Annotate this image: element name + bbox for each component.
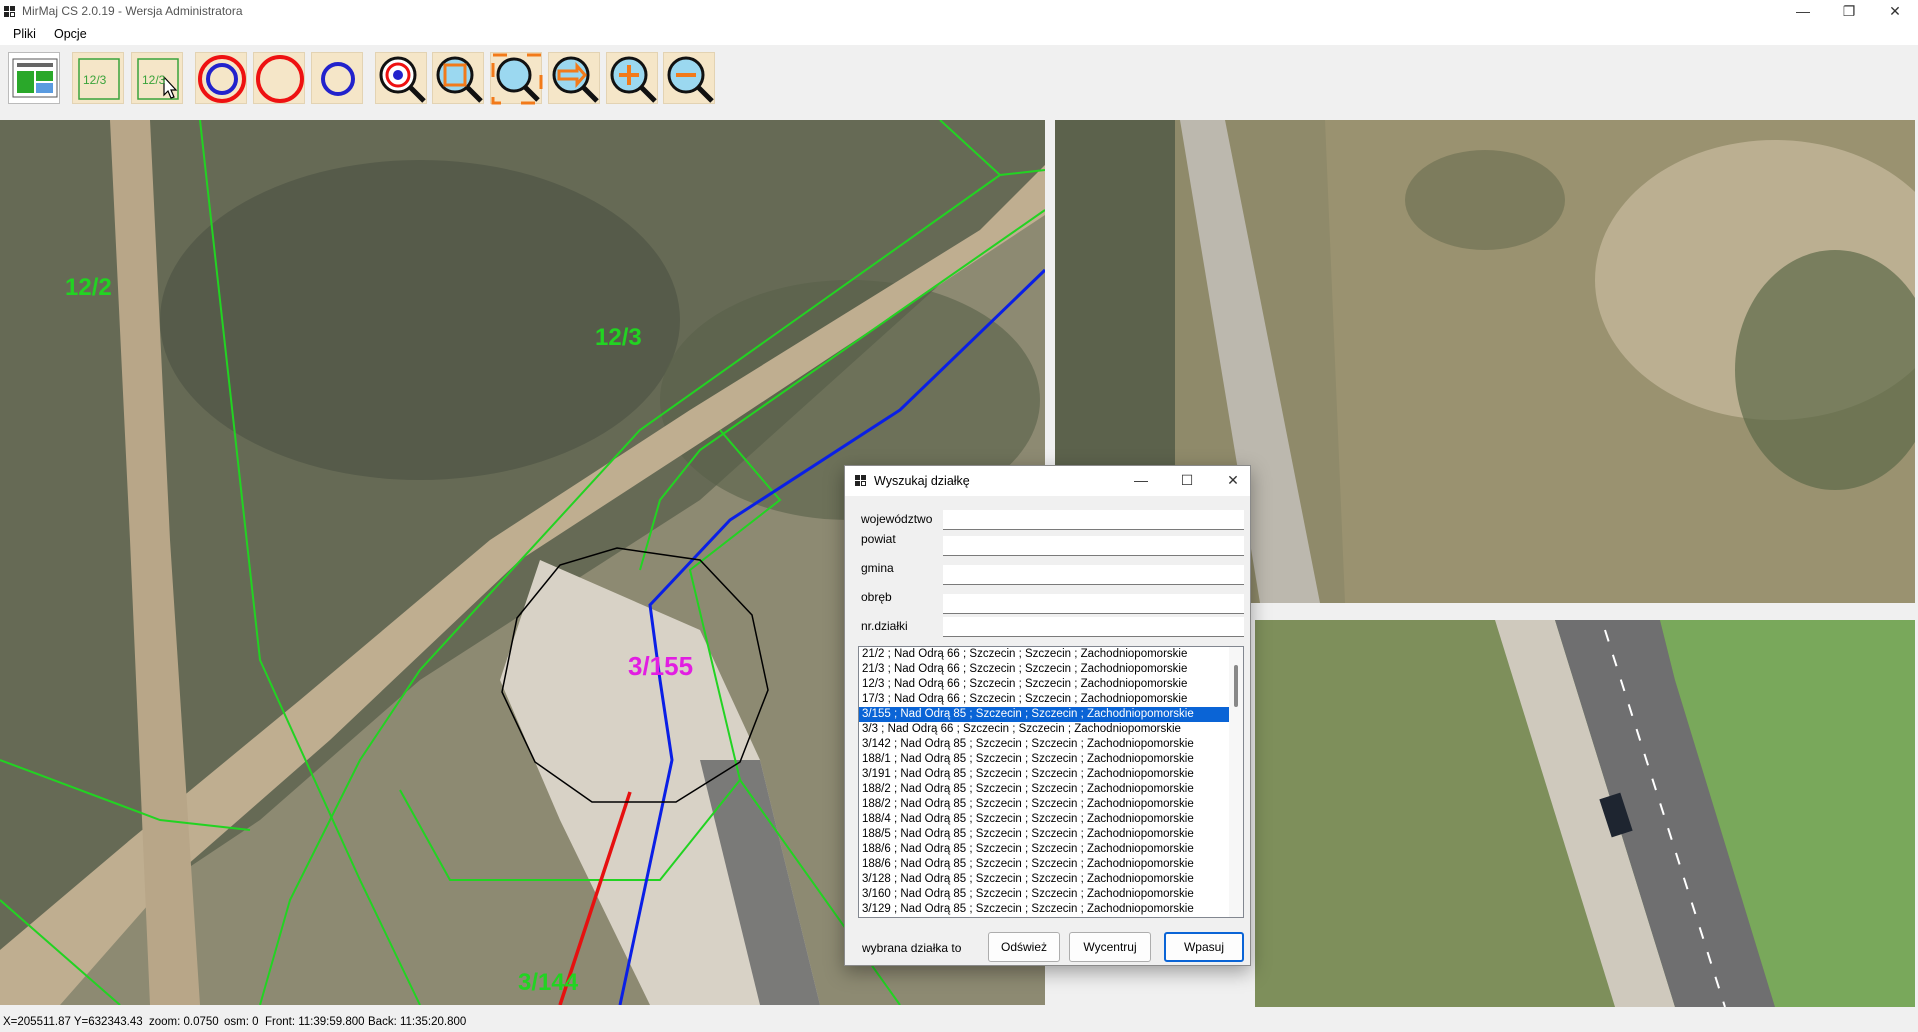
powiat-input[interactable] xyxy=(943,536,1244,556)
dialog-close-button[interactable]: ✕ xyxy=(1210,469,1256,492)
result-item[interactable]: 3/191 ; Nad Odrą 85 ; Szczecin ; Szczeci… xyxy=(859,767,1243,782)
app-icon xyxy=(4,6,15,17)
label-wojewodztwo: województwo xyxy=(861,512,933,526)
zoom-extent-button[interactable] xyxy=(432,52,484,104)
wojewodztwo-input[interactable] xyxy=(943,510,1244,530)
parcel-label-12-2: 12/2 xyxy=(65,274,112,301)
zoom-in-button[interactable] xyxy=(606,52,658,104)
status-bar: X=205511.87 Y=632343.43 zoom: 0.0750 osm… xyxy=(0,1012,1918,1032)
menu-bar: Pliki Opcje xyxy=(0,23,1918,45)
result-item[interactable]: 3/160 ; Nad Odrą 85 ; Szczecin ; Szczeci… xyxy=(859,887,1243,902)
status-back: Back: 11:35:20.800 xyxy=(368,1016,467,1028)
blue-circle-icon xyxy=(321,62,355,96)
dialog-title: Wyszukaj działkę xyxy=(874,474,970,488)
dialog-title-bar: Wyszukaj działkę — ☐ ✕ xyxy=(845,466,1250,496)
close-button[interactable]: ✕ xyxy=(1872,0,1918,23)
result-item[interactable]: 188/4 ; Nad Odrą 85 ; Szczecin ; Szczeci… xyxy=(859,812,1243,827)
parcel-label-3-144: 3/144 xyxy=(518,969,579,996)
parcel-label-text: 12/3 xyxy=(83,73,107,87)
window-title: MirMaj CS 2.0.19 - Wersja Administratora xyxy=(22,4,243,18)
toolbar: 12/3 12/3 xyxy=(0,45,1918,110)
label-nr-dzialki: nr.działki xyxy=(861,619,908,633)
result-item[interactable]: 21/2 ; Nad Odrą 66 ; Szczecin ; Szczecin… xyxy=(859,647,1243,662)
result-item[interactable]: 3/128 ; Nad Odrą 85 ; Szczecin ; Szczeci… xyxy=(859,872,1243,887)
parcel-label-button[interactable]: 12/3 xyxy=(72,52,124,104)
menu-opcje[interactable]: Opcje xyxy=(54,27,87,41)
parcel-label-3-155: 3/155 xyxy=(628,651,693,681)
result-item[interactable]: 3/129 ; Nad Odrą 85 ; Szczecin ; Szczeci… xyxy=(859,902,1243,917)
result-item[interactable]: 188/2 ; Nad Odrą 85 ; Szczecin ; Szczeci… xyxy=(859,797,1243,812)
title-bar: MirMaj CS 2.0.19 - Wersja Administratora… xyxy=(0,0,1918,23)
refresh-button[interactable]: Odśwież xyxy=(988,932,1060,962)
minimize-button[interactable]: — xyxy=(1780,0,1826,23)
result-item[interactable]: 12/3 ; Nad Odrą 66 ; Szczecin ; Szczecin… xyxy=(859,677,1243,692)
zoom-target-icon xyxy=(379,56,426,103)
result-item[interactable]: 3/3 ; Nad Odrą 66 ; Szczecin ; Szczecin … xyxy=(859,722,1243,737)
result-item[interactable]: 3/155 ; Nad Odrą 85 ; Szczecin ; Szczeci… xyxy=(859,707,1243,722)
menu-pliki[interactable]: Pliki xyxy=(13,27,36,41)
result-item[interactable]: 188/5 ; Nad Odrą 85 ; Szczecin ; Szczeci… xyxy=(859,827,1243,842)
result-item[interactable]: 17/3 ; Nad Odrą 66 ; Szczecin ; Szczecin… xyxy=(859,692,1243,707)
status-front: Front: 11:39:59.800 xyxy=(265,1016,365,1028)
fit-button[interactable]: Wpasuj xyxy=(1164,932,1244,962)
zoom-in-icon xyxy=(610,56,657,103)
red-circle-button[interactable] xyxy=(253,52,305,104)
zoom-window-button[interactable] xyxy=(490,52,543,105)
results-list[interactable]: 21/2 ; Nad Odrą 66 ; Szczecin ; Szczecin… xyxy=(858,646,1244,918)
result-item[interactable]: 21/3 ; Nad Odrą 66 ; Szczecin ; Szczecin… xyxy=(859,662,1243,677)
zoom-pan-button[interactable] xyxy=(548,52,600,104)
selected-parcel-label: wybrana działka to xyxy=(862,941,962,955)
status-zoom: zoom: 0.0750 xyxy=(149,1016,219,1028)
gmina-input[interactable] xyxy=(943,565,1244,585)
result-item[interactable]: 188/6 ; Nad Odrą 85 ; Szczecin ; Szczeci… xyxy=(859,857,1243,872)
result-item[interactable]: 188/6 ; Nad Odrą 85 ; Szczecin ; Szczeci… xyxy=(859,842,1243,857)
center-button[interactable]: Wycentruj xyxy=(1069,932,1151,962)
zoom-pan-icon xyxy=(552,56,599,103)
restore-button[interactable]: ❐ xyxy=(1826,0,1872,23)
dialog-minimize-button[interactable]: — xyxy=(1118,469,1164,492)
search-parcel-dialog: Wyszukaj działkę — ☐ ✕ województwo powia… xyxy=(844,465,1251,966)
label-obreb: obręb xyxy=(861,590,892,604)
layers-button[interactable] xyxy=(8,52,60,104)
double-circle-icon xyxy=(198,55,246,103)
status-osm: osm: 0 xyxy=(224,1016,259,1028)
zoom-extent-icon xyxy=(436,56,483,103)
parcel-select-text: 12/3 xyxy=(142,73,166,87)
zoom-window-icon xyxy=(491,53,543,105)
label-gmina: gmina xyxy=(861,561,894,575)
vegetation-dark xyxy=(160,160,680,480)
scrollbar-thumb[interactable] xyxy=(1234,665,1238,707)
result-item[interactable]: 3/142 ; Nad Odrą 85 ; Szczecin ; Szczeci… xyxy=(859,737,1243,752)
result-item[interactable]: 188/2 ; Nad Odrą 85 ; Szczecin ; Szczeci… xyxy=(859,782,1243,797)
results-scrollbar[interactable] xyxy=(1229,647,1243,917)
parcel-label-12-3: 12/3 xyxy=(595,324,642,351)
obreb-input[interactable] xyxy=(943,594,1244,614)
dialog-maximize-button[interactable]: ☐ xyxy=(1164,469,1210,492)
zoom-out-button[interactable] xyxy=(663,52,715,104)
zoom-out-icon xyxy=(667,56,714,103)
blue-circle-button[interactable] xyxy=(311,52,363,104)
red-circle-icon xyxy=(256,55,304,103)
photo-back-canvas xyxy=(1255,620,1915,1007)
label-powiat: powiat xyxy=(861,532,896,546)
double-circle-button[interactable] xyxy=(195,52,247,104)
status-coords: X=205511.87 Y=632343.43 xyxy=(3,1016,143,1028)
dialog-app-icon xyxy=(855,475,866,486)
photo-back[interactable] xyxy=(1255,620,1915,1007)
result-item[interactable]: 188/1 ; Nad Odrą 85 ; Szczecin ; Szczeci… xyxy=(859,752,1243,767)
layers-icon xyxy=(12,58,58,98)
zoom-target-button[interactable] xyxy=(375,52,427,104)
parcel-select-button[interactable]: 12/3 xyxy=(131,52,183,104)
nr-dzialki-input[interactable] xyxy=(943,617,1244,637)
